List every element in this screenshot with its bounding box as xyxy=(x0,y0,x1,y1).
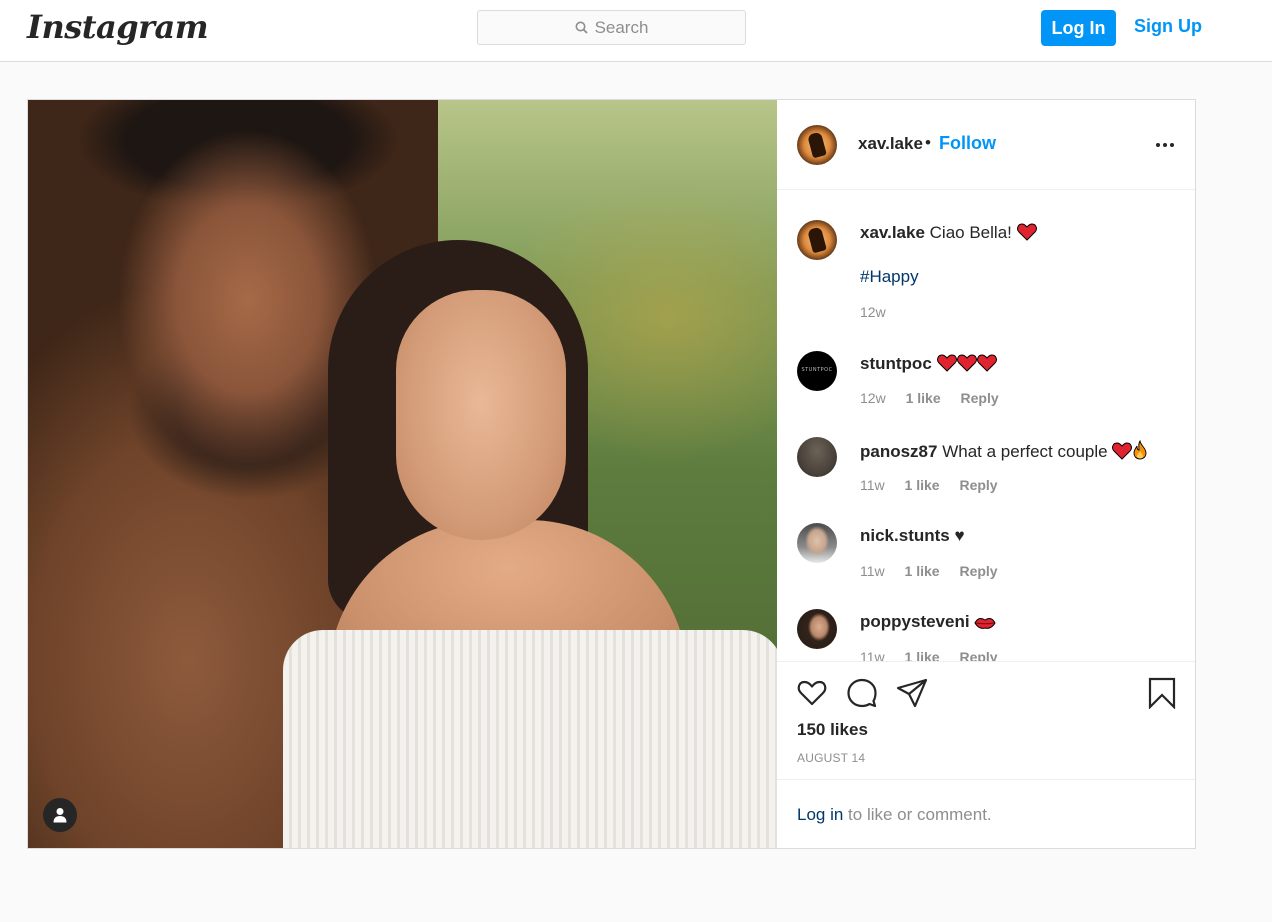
kiss-lips-emoji-icon xyxy=(974,617,996,629)
signup-link[interactable]: Sign Up xyxy=(1134,16,1202,37)
comment-likes[interactable]: 1 like xyxy=(905,563,940,579)
post-date[interactable]: AUGUST 14 xyxy=(797,751,865,765)
caption-username[interactable]: xav.lake xyxy=(860,223,925,242)
more-icon xyxy=(1156,143,1174,147)
comment: panosz87 What a perfect couple 11w 1 lik… xyxy=(797,437,1187,507)
comment-username[interactable]: panosz87 xyxy=(860,442,937,461)
post-photo[interactable] xyxy=(28,100,777,848)
photo-person-right-face xyxy=(396,290,566,540)
login-prompt: Log in to like or comment. xyxy=(777,779,1195,848)
comment-username[interactable]: stuntpoc xyxy=(860,354,932,373)
comment-text: What a perfect couple xyxy=(942,442,1108,461)
follow-button[interactable]: Follow xyxy=(939,133,996,154)
heart-emoji-icon xyxy=(956,354,977,372)
comments-list[interactable]: xav.lake Ciao Bella! #Happy 12w stuntpoc… xyxy=(777,191,1195,661)
tagged-users-button[interactable] xyxy=(43,798,77,832)
comment-reply-button[interactable]: Reply xyxy=(959,563,997,579)
comment-username[interactable]: nick.stunts xyxy=(860,526,950,545)
caption-text: Ciao Bella! xyxy=(929,223,1012,242)
post-actions: 150 likes AUGUST 14 xyxy=(777,661,1195,779)
comment-time[interactable]: 11w xyxy=(860,563,885,579)
search-input[interactable]: Search xyxy=(477,10,746,45)
author-username[interactable]: xav.lake xyxy=(858,134,923,154)
caption-avatar[interactable] xyxy=(797,220,837,260)
user-icon xyxy=(53,808,67,823)
caption: xav.lake Ciao Bella! #Happy 12w xyxy=(797,220,1187,320)
instagram-logo[interactable]: Instagram xyxy=(27,8,209,46)
photo-dress xyxy=(283,630,777,848)
post-side-panel: xav.lake • Follow xav.lake Ciao Bella! #… xyxy=(777,100,1195,848)
login-prompt-link[interactable]: Log in xyxy=(797,805,843,824)
comment-likes[interactable]: 1 like xyxy=(906,390,941,406)
comment-reply-button[interactable]: Reply xyxy=(959,477,997,493)
heart-emoji-icon xyxy=(1112,442,1133,460)
comment-likes[interactable]: 1 like xyxy=(905,649,940,661)
comment-reply-button[interactable]: Reply xyxy=(959,649,997,661)
caption-line: xav.lake Ciao Bella! xyxy=(860,223,1037,243)
share-paper-plane-icon[interactable] xyxy=(896,677,928,709)
login-button[interactable]: Log In xyxy=(1041,10,1116,46)
heart-emoji-icon xyxy=(936,354,957,372)
comment: poppysteveni 11w 1 like Reply xyxy=(797,609,1187,661)
search-icon xyxy=(575,21,588,34)
comment-reply-button[interactable]: Reply xyxy=(961,390,999,406)
comment-avatar[interactable] xyxy=(797,609,837,649)
comment-username[interactable]: poppysteveni xyxy=(860,612,970,631)
comment-bubble-icon[interactable] xyxy=(846,677,878,709)
comment-avatar[interactable] xyxy=(797,437,837,477)
comment-meta: 11w 1 like Reply xyxy=(860,563,1014,579)
comment-time[interactable]: 11w xyxy=(860,477,885,493)
fire-emoji-icon xyxy=(1133,440,1147,460)
follow-separator: • xyxy=(925,133,931,152)
comment-time[interactable]: 12w xyxy=(860,390,886,406)
like-heart-icon[interactable] xyxy=(796,677,828,709)
caption-meta: 12w xyxy=(860,304,902,320)
comment-line: stuntpoc xyxy=(860,354,997,374)
more-options-button[interactable] xyxy=(1150,130,1180,160)
author-avatar[interactable] xyxy=(797,125,837,165)
post-card: xav.lake • Follow xav.lake Ciao Bella! #… xyxy=(27,99,1196,849)
comment-time[interactable]: 11w xyxy=(860,649,885,661)
comment-text: ♥ xyxy=(954,526,965,545)
top-nav: Instagram Search Log In Sign Up xyxy=(0,0,1272,62)
comment-line: panosz87 What a perfect couple xyxy=(860,440,1148,462)
comment-meta: 11w 1 like Reply xyxy=(860,477,1014,493)
heart-emoji-icon xyxy=(976,354,997,372)
comment-meta: 11w 1 like Reply xyxy=(860,649,1014,661)
comment-likes[interactable]: 1 like xyxy=(905,477,940,493)
comment-line: poppysteveni xyxy=(860,612,996,632)
comment-avatar[interactable] xyxy=(797,523,837,563)
likes-count[interactable]: 150 likes xyxy=(797,720,868,740)
search-placeholder: Search xyxy=(594,17,649,37)
comment-avatar[interactable] xyxy=(797,351,837,391)
caption-time[interactable]: 12w xyxy=(860,304,886,320)
comment-line: nick.stunts ♥ xyxy=(860,526,965,546)
login-prompt-text: to like or comment. xyxy=(843,805,992,824)
comment: nick.stunts ♥ 11w 1 like Reply xyxy=(797,523,1187,593)
bookmark-icon[interactable] xyxy=(1146,677,1178,709)
login-prompt-line: Log in to like or comment. xyxy=(797,805,992,825)
post-header: xav.lake • Follow xyxy=(777,100,1195,190)
comment: stuntpoc 12w 1 like Reply xyxy=(797,351,1187,421)
caption-hashtag[interactable]: #Happy xyxy=(860,267,919,287)
comment-meta: 12w 1 like Reply xyxy=(860,390,1015,406)
heart-emoji-icon xyxy=(1016,223,1037,241)
